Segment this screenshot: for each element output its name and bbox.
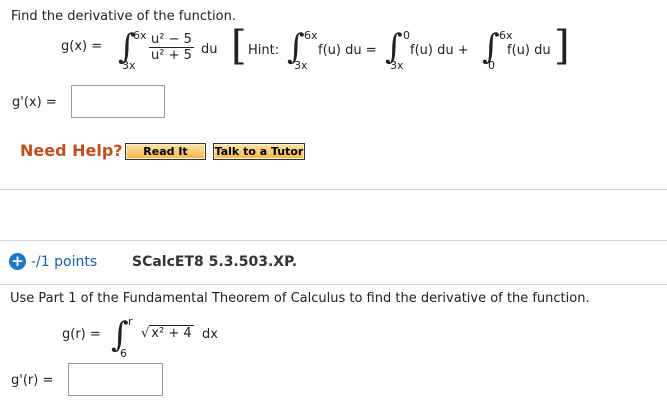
hint-int1-lower: 3x [294, 59, 308, 72]
plus-icon[interactable]: + [9, 253, 26, 270]
q2-instruction: Use Part 1 of the Fundamental Theorem of… [10, 291, 590, 306]
header-top-border [0, 240, 667, 241]
q2-answer-label: g'(r) = [11, 373, 54, 388]
q2-radicand: x² + 4 [149, 325, 194, 341]
q1-upper-limit: 6x [133, 29, 147, 42]
question-id: SCalcET8 5.3.503.XP. [132, 254, 298, 270]
question-header [0, 240, 667, 285]
header-bottom-border [0, 284, 667, 285]
read-it-button[interactable]: Read It [125, 143, 206, 160]
q2-function-lhs: g(r) = [62, 327, 101, 342]
hint-int1-upper: 6x [304, 29, 318, 42]
q2-dx: dx [202, 327, 218, 342]
talk-to-tutor-button[interactable]: Talk to a Tutor [213, 143, 305, 160]
hint-int2-upper: 0 [403, 29, 410, 42]
hint-int3-lower: 0 [488, 59, 495, 72]
q2-integrand: √ x² + 4 [141, 325, 194, 341]
q1-answer-input[interactable] [71, 85, 165, 118]
q1-function-lhs: g(x) = [61, 39, 103, 54]
right-bracket-icon: ] [554, 23, 570, 69]
hint-f2: f(u) du + [410, 43, 469, 58]
q1-lower-limit: 3x [122, 59, 136, 72]
hint-int2-lower: 3x [390, 59, 404, 72]
question-points: -/1 points [31, 254, 98, 270]
q1-instruction: Find the derivative of the function. [11, 9, 236, 24]
q2-lower-limit: 6 [120, 347, 127, 360]
q1-numerator: u² − 5 [149, 32, 194, 48]
q2-upper-limit: r [128, 315, 133, 328]
q1-integrand-fraction: u² − 5 u² + 5 [149, 32, 194, 63]
left-bracket-icon: [ [231, 23, 247, 69]
hint-label: Hint: [248, 43, 280, 58]
q1-denominator: u² + 5 [151, 48, 192, 63]
hint-f3: f(u) du [507, 43, 551, 58]
q1-answer-label: g'(x) = [12, 95, 57, 110]
hint-int3-upper: 6x [499, 29, 513, 42]
need-help-label: Need Help? [20, 141, 123, 160]
q1-du: du [201, 42, 218, 57]
q2-answer-input[interactable] [68, 363, 163, 396]
hint-f1: f(u) du = [318, 43, 377, 58]
section-divider [0, 189, 667, 190]
